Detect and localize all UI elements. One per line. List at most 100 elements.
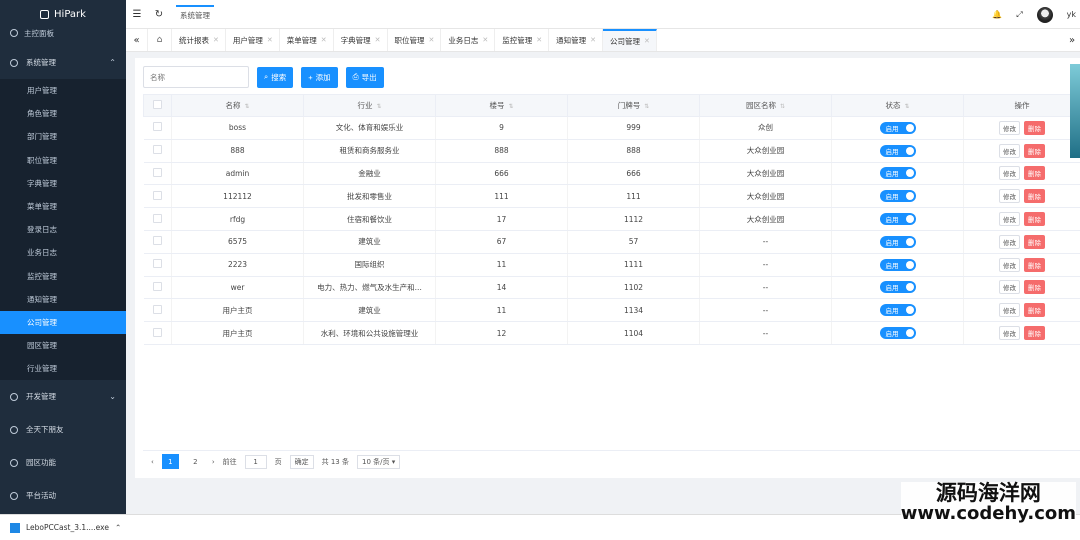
row-checkbox[interactable] xyxy=(143,162,172,186)
row-checkbox[interactable] xyxy=(143,276,172,300)
edit-button[interactable]: 修改 xyxy=(999,257,1020,272)
row-checkbox[interactable] xyxy=(143,139,172,163)
sidebar-item-industry[interactable]: 行业管理 xyxy=(0,357,126,380)
tab-monitor[interactable]: 监控管理 ✕ xyxy=(495,29,550,51)
tabs-scroll-left-icon[interactable]: « xyxy=(126,29,148,51)
sidebar-item-departments[interactable]: 部门管理 xyxy=(0,125,126,148)
delete-button[interactable]: 删除 xyxy=(1024,303,1045,318)
sidebar-item-menus[interactable]: 菜单管理 xyxy=(0,195,126,218)
table-row[interactable]: admin 金融业 666 666 大众创业园 启用 修改 删除 xyxy=(143,162,1080,186)
sidebar-group-activity[interactable]: 平台活动 xyxy=(0,479,126,512)
column-park[interactable]: 园区名称 ⇅ xyxy=(699,94,832,117)
sidebar-group-friends[interactable]: 全天下朋友 xyxy=(0,413,126,446)
delete-button[interactable]: 删除 xyxy=(1024,212,1045,227)
close-icon[interactable]: ✕ xyxy=(536,36,542,44)
status-switch[interactable]: 启用 xyxy=(879,167,916,180)
sort-icon[interactable]: ⇅ xyxy=(780,103,785,110)
refresh-icon[interactable]: ↻ xyxy=(148,9,170,20)
delete-button[interactable]: 删除 xyxy=(1024,143,1045,158)
table-row[interactable]: boss 文化、体育和娱乐业 9 999 众创 启用 修改 删除 xyxy=(143,116,1080,140)
table-row[interactable]: 用户主页 水利、环境和公共设施管理业 12 1104 -- 启用 修改 删除 xyxy=(143,321,1080,345)
add-button[interactable]: + 添加 xyxy=(301,66,338,88)
search-input[interactable] xyxy=(143,66,249,88)
edit-button[interactable]: 修改 xyxy=(999,280,1020,295)
status-switch[interactable]: 启用 xyxy=(879,190,916,203)
tabs-scroll-right-icon[interactable]: » xyxy=(1064,29,1080,51)
delete-button[interactable]: 删除 xyxy=(1024,257,1045,272)
chevron-up-icon[interactable]: ⌃ xyxy=(115,523,121,532)
tab-stats[interactable]: 统计报表 ✕ xyxy=(172,29,226,51)
page-2[interactable]: 2 xyxy=(187,454,204,469)
close-icon[interactable]: ✕ xyxy=(590,36,596,44)
column-door[interactable]: 门牌号 ⇅ xyxy=(567,94,700,117)
sidebar-item-park[interactable]: 园区管理 xyxy=(0,334,126,357)
row-checkbox[interactable] xyxy=(143,321,172,345)
edit-button[interactable]: 修改 xyxy=(999,234,1020,249)
status-switch[interactable]: 启用 xyxy=(879,235,916,248)
sidebar-item-dashboard[interactable]: 主控面板 xyxy=(0,28,126,38)
menu-toggle-icon[interactable]: ☰ xyxy=(126,9,148,20)
row-checkbox[interactable] xyxy=(143,184,172,209)
table-row[interactable]: wer 电力、热力、燃气及水生产和... 14 1102 -- 启用 修改 删除 xyxy=(143,276,1080,300)
page-1[interactable]: 1 xyxy=(161,454,179,469)
row-checkbox[interactable] xyxy=(143,116,172,140)
delete-button[interactable]: 删除 xyxy=(1024,189,1045,204)
sort-icon[interactable]: ⇅ xyxy=(244,103,249,110)
row-checkbox[interactable] xyxy=(143,207,172,231)
status-switch[interactable]: 启用 xyxy=(879,258,916,271)
status-switch[interactable]: 启用 xyxy=(879,327,916,340)
goto-page-input[interactable]: 1 xyxy=(244,454,267,469)
edit-button[interactable]: 修改 xyxy=(999,303,1020,318)
sidebar-item-positions[interactable]: 职位管理 xyxy=(0,149,126,172)
row-checkbox[interactable] xyxy=(143,253,172,277)
home-icon[interactable]: ⌂ xyxy=(148,29,172,51)
tab-notice[interactable]: 通知管理 ✕ xyxy=(549,29,603,51)
tab-menus[interactable]: 菜单管理 ✕ xyxy=(280,29,334,51)
status-switch[interactable]: 启用 xyxy=(879,213,916,226)
close-icon[interactable]: ✕ xyxy=(429,36,435,44)
page-size-select[interactable]: 10 条/页 ▾ xyxy=(356,454,401,469)
close-icon[interactable]: ✕ xyxy=(321,36,327,44)
edit-button[interactable]: 修改 xyxy=(999,189,1020,204)
sidebar-item-dictionary[interactable]: 字典管理 xyxy=(0,172,126,195)
delete-button[interactable]: 删除 xyxy=(1024,326,1045,341)
search-button[interactable]: ⌕ 搜索 xyxy=(257,66,294,88)
tab-business-log[interactable]: 业务日志 ✕ xyxy=(441,29,496,51)
edit-button[interactable]: 修改 xyxy=(999,212,1020,227)
table-row[interactable]: 888 租赁和商务服务业 888 888 大众创业园 启用 修改 删除 xyxy=(143,139,1080,163)
column-status[interactable]: 状态 ⇅ xyxy=(831,94,964,117)
sort-icon[interactable]: ⇅ xyxy=(644,103,649,110)
column-building[interactable]: 楼号 ⇅ xyxy=(435,94,568,117)
edit-button[interactable]: 修改 xyxy=(999,326,1020,341)
sidebar-item-monitor[interactable]: 监控管理 xyxy=(0,265,126,288)
download-item[interactable]: LeboPCCast_3.1....exe xyxy=(26,523,109,532)
edit-button[interactable]: 修改 xyxy=(999,143,1020,158)
status-switch[interactable]: 启用 xyxy=(879,144,916,157)
row-checkbox[interactable] xyxy=(143,230,172,254)
sort-icon[interactable]: ⇅ xyxy=(376,103,381,110)
sidebar-item-business-log[interactable]: 业务日志 xyxy=(0,241,126,264)
app-logo[interactable]: HiPark xyxy=(0,0,126,28)
delete-button[interactable]: 删除 xyxy=(1024,120,1045,135)
status-switch[interactable]: 启用 xyxy=(879,281,916,294)
edit-button[interactable]: 修改 xyxy=(999,166,1020,181)
sidebar-group-dev[interactable]: 开发管理 ⌄ xyxy=(0,380,126,413)
delete-button[interactable]: 删除 xyxy=(1024,234,1045,249)
close-icon[interactable]: ✕ xyxy=(644,37,650,45)
sidebar-group-park[interactable]: 园区功能 xyxy=(0,446,126,479)
export-button[interactable]: ⎙ 导出 xyxy=(345,66,384,88)
next-page-icon[interactable]: › xyxy=(212,458,215,466)
table-row[interactable]: 用户主页 建筑业 11 1134 -- 启用 修改 删除 xyxy=(143,298,1080,323)
table-row[interactable]: 6575 建筑业 67 57 -- 启用 修改 删除 xyxy=(143,230,1080,254)
sidebar-item-company[interactable]: 公司管理 xyxy=(0,310,126,335)
sidebar-item-users[interactable]: 用户管理 xyxy=(0,79,126,102)
tab-users[interactable]: 用户管理 ✕ xyxy=(226,29,280,51)
tab-dictionary[interactable]: 字典管理 ✕ xyxy=(334,29,388,51)
row-checkbox[interactable] xyxy=(143,298,172,323)
status-switch[interactable]: 启用 xyxy=(879,304,916,317)
delete-button[interactable]: 删除 xyxy=(1024,166,1045,181)
sidebar-item-notice[interactable]: 通知管理 xyxy=(0,288,126,311)
column-name[interactable]: 名称 ⇅ xyxy=(171,94,304,117)
fullscreen-icon[interactable]: ⤢ xyxy=(1016,10,1022,20)
close-icon[interactable]: ✕ xyxy=(375,36,381,44)
